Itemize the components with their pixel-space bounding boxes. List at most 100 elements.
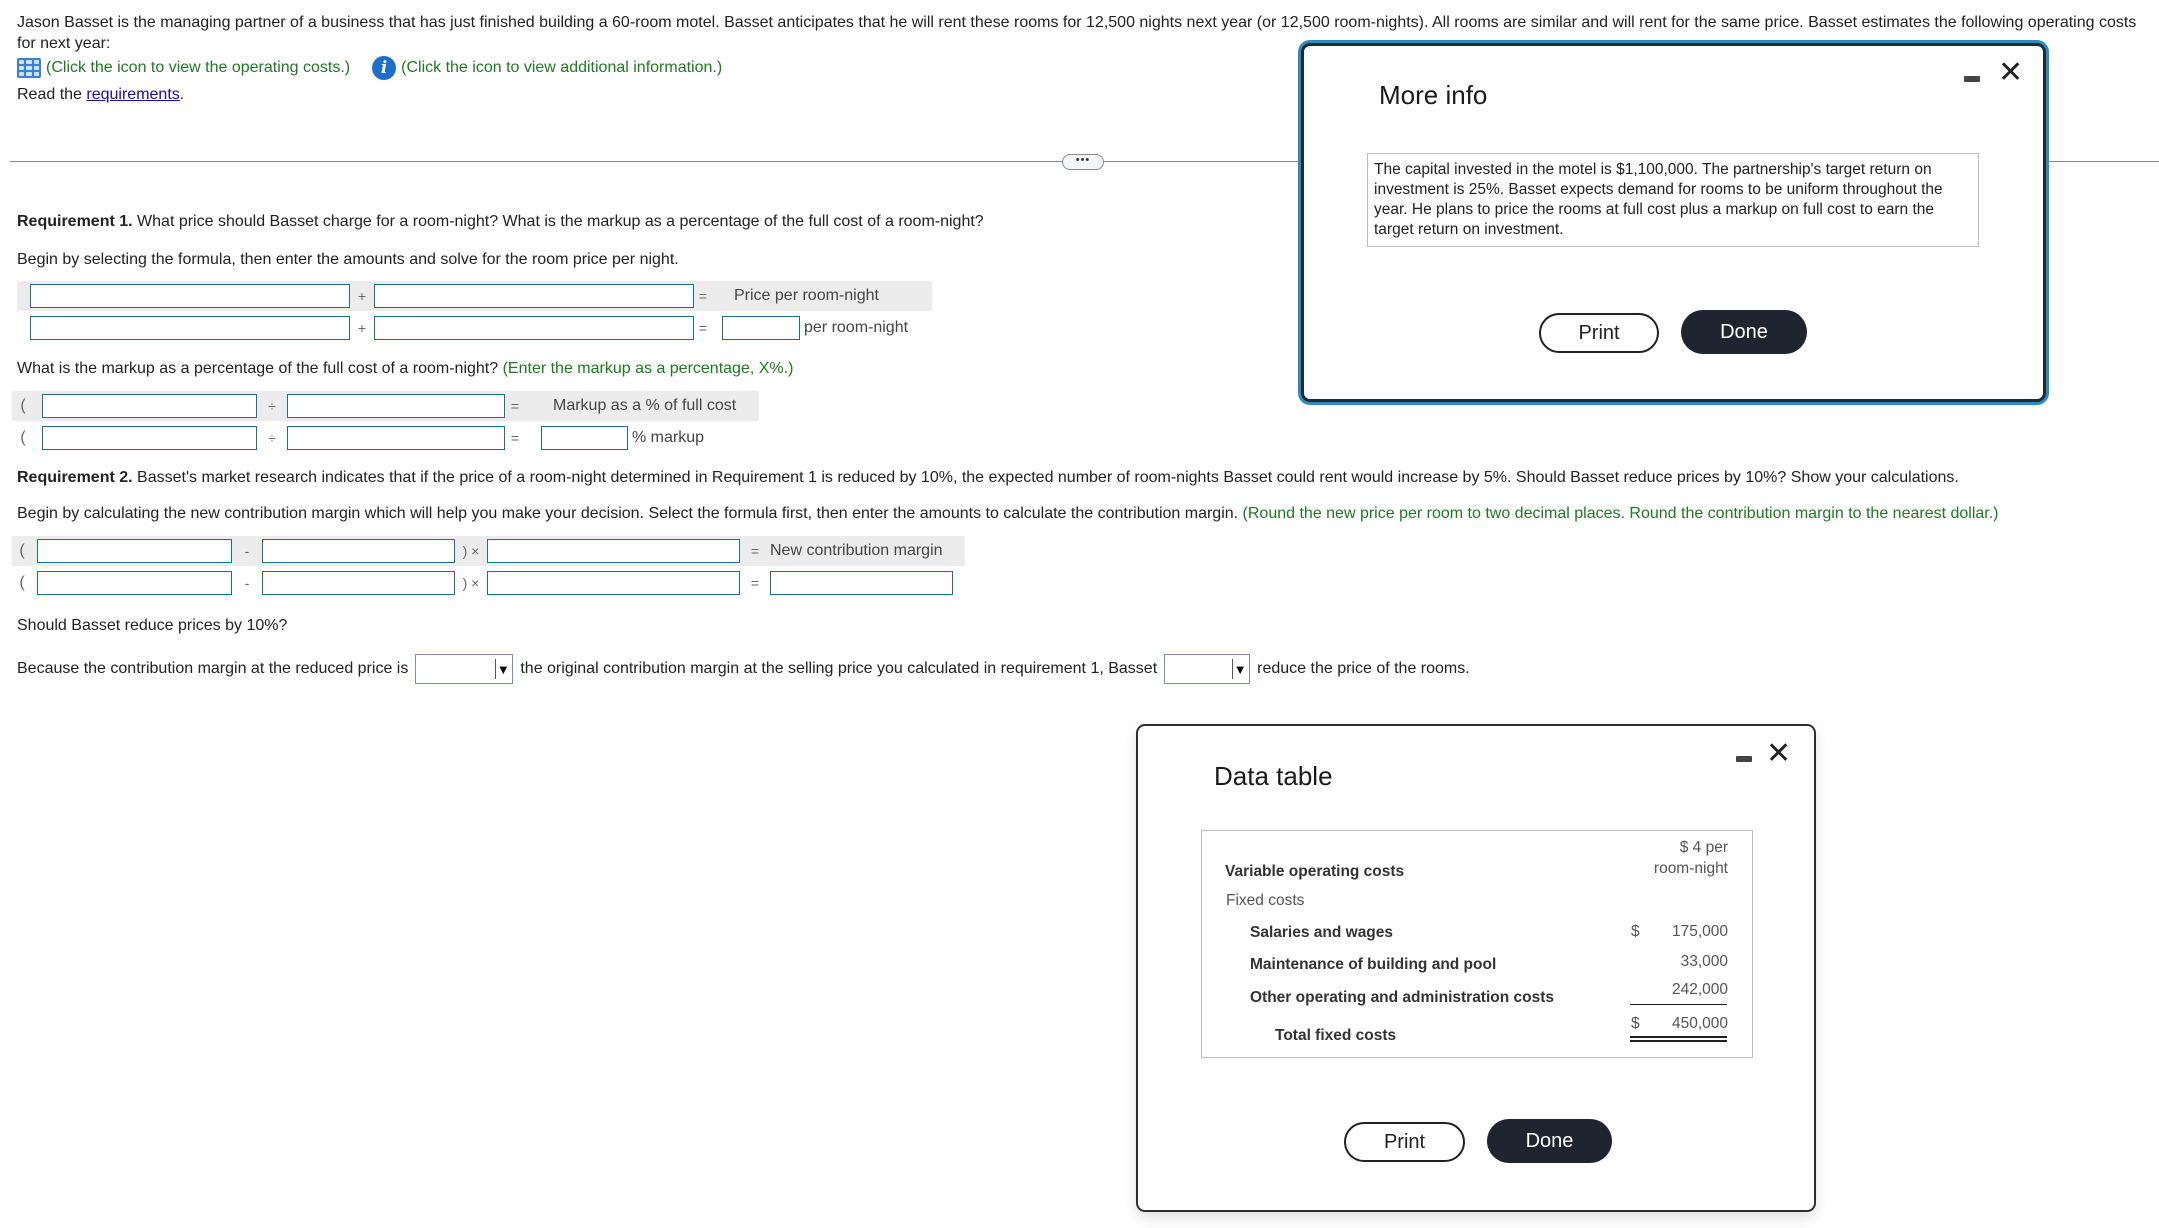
divide-sign: ÷ (268, 398, 276, 414)
equals-sign: = (510, 430, 520, 446)
other-costs-value: 242,000 (1671, 981, 1728, 998)
markup-question-text: What is the markup as a percentage of th… (17, 360, 499, 377)
close-paren-times: ) × (462, 543, 480, 559)
data-table-modal: Data table ✕ Variable operating costs $ … (1136, 724, 1816, 1212)
maintenance-value: 33,000 (1680, 953, 1728, 970)
additional-info-link[interactable]: (Click the icon to view additional infor… (401, 59, 722, 77)
per-room-night-unit: per room-night (804, 319, 909, 336)
requirements-link[interactable]: requirements (86, 86, 179, 103)
salaries-currency: $ (1631, 923, 1640, 940)
plus-sign: + (357, 288, 367, 304)
markup-hint: (Enter the markup as a percentage, X%.) (502, 360, 794, 377)
markup-amount-input-1[interactable] (42, 426, 257, 450)
total-fixed-value: 450,000 (1671, 1015, 1728, 1032)
contribution-formula-header-row: ( - ) × = New contribution margin (12, 536, 965, 566)
requirement-2-label: Requirement 2. (17, 469, 133, 486)
minus-sign: - (244, 575, 250, 591)
markup-percent-label: Markup as a % of full cost (553, 397, 737, 414)
formula-select-2[interactable] (374, 284, 694, 308)
print-button[interactable]: Print (1539, 313, 1659, 353)
minimize-icon[interactable] (1964, 76, 1980, 82)
open-paren: ( (19, 574, 25, 591)
conclusion-part-2: the original contribution margin at the … (520, 660, 1158, 677)
minimize-icon[interactable] (1736, 756, 1752, 762)
close-icon[interactable]: ✕ (1766, 739, 1791, 769)
equals-sign: = (510, 398, 520, 414)
operating-costs-link[interactable]: (Click the icon to view the operating co… (46, 59, 350, 77)
salaries-value: 175,000 (1671, 923, 1728, 940)
cm-select-3[interactable] (487, 539, 740, 563)
requirement-1-label: Requirement 1. (17, 213, 133, 230)
conclusion-part-1: Because the contribution margin at the r… (17, 660, 409, 677)
requirement-1-instruction: Begin by selecting the formula, then ent… (17, 251, 679, 268)
requirement-2-instruction: Begin by calculating the new contributio… (17, 505, 1999, 523)
open-paren: ( (19, 542, 25, 559)
close-paren-times: ) × (462, 575, 480, 591)
requirement-2-text: Basset's market research indicates that … (132, 469, 1959, 486)
rounding-hint: (Round the new price per room to two dec… (1242, 505, 1999, 522)
total-double-rule-top (1630, 1036, 1727, 1038)
price-per-room-night-label: Price per room-night (734, 287, 879, 304)
new-contribution-margin-label: New contribution margin (770, 542, 943, 559)
cm-amount-input-3[interactable] (487, 571, 740, 595)
contribution-formula-amount-row: ( - ) × = (12, 568, 953, 598)
decision-dropdown[interactable]: ▼ (1164, 654, 1251, 684)
new-contribution-margin-input[interactable] (770, 571, 953, 595)
minus-sign: - (244, 543, 250, 559)
markup-percent-input[interactable] (541, 426, 628, 450)
total-currency: $ (1631, 1015, 1640, 1032)
fixed-costs-label: Fixed costs (1226, 892, 1305, 909)
modal-title: More info (1379, 80, 1488, 110)
variable-costs-value-2: room-night (1653, 860, 1728, 877)
markup-question: What is the markup as a percentage of th… (17, 360, 793, 378)
markup-formula-amount-row: ( ÷ = % markup (12, 423, 704, 453)
conclusion-part-3: reduce the price of the rooms. (1257, 660, 1470, 677)
open-paren: ( (20, 397, 26, 414)
read-the-text: Read the (17, 86, 87, 103)
cm-select-1[interactable] (37, 539, 232, 563)
equals-sign: = (750, 543, 760, 559)
done-button[interactable]: Done (1487, 1119, 1612, 1163)
requirement-2-instruction-text: Begin by calculating the new contributio… (17, 505, 1239, 522)
requirement-1-heading: Requirement 1. What price should Basset … (17, 213, 984, 231)
info-icon[interactable]: i (372, 56, 397, 80)
operating-costs-table: Variable operating costs $ 4 per room-ni… (1201, 830, 1753, 1058)
print-button[interactable]: Print (1344, 1122, 1465, 1162)
more-info-modal: More info ✕ The capital invested in the … (1301, 43, 2046, 402)
markup-select-2[interactable] (287, 394, 505, 418)
markup-select-1[interactable] (42, 394, 257, 418)
cm-amount-input-2[interactable] (262, 571, 455, 595)
other-costs-label: Other operating and administration costs (1250, 989, 1555, 1006)
data-table-icon[interactable] (17, 58, 41, 78)
read-requirements: Read the requirements. (17, 86, 184, 104)
amount-input-2[interactable] (374, 316, 694, 340)
price-per-room-night-input[interactable] (722, 316, 800, 340)
reduce-price-question: Should Basset reduce prices by 10%? (17, 617, 288, 634)
formula-select-1[interactable] (30, 284, 350, 308)
divide-sign: ÷ (268, 430, 276, 446)
price-formula-amount-row: + = per room-night (17, 313, 908, 343)
markup-formula-header-row: ( ÷ = Markup as a % of full cost (12, 391, 759, 421)
dropdown-arrow-icon: ▼ (1232, 659, 1247, 679)
amount-input-1[interactable] (30, 316, 350, 340)
icon-links-row: (Click the icon to view the operating co… (17, 56, 722, 80)
done-button[interactable]: Done (1681, 310, 1807, 354)
percent-markup-unit: % markup (632, 429, 705, 446)
requirement-2-heading: Requirement 2. Basset's market research … (17, 469, 1959, 487)
total-fixed-label: Total fixed costs (1275, 1027, 1397, 1044)
expand-button[interactable]: ••• (1062, 154, 1104, 170)
conclusion-sentence: Because the contribution margin at the r… (17, 654, 1470, 684)
markup-amount-input-2[interactable] (287, 426, 505, 450)
plus-sign: + (357, 320, 367, 336)
cm-amount-input-1[interactable] (37, 571, 232, 595)
modal-title: Data table (1214, 761, 1333, 791)
intro-line-1: Jason Basset is the managing partner of … (17, 14, 2137, 31)
more-info-text: The capital invested in the motel is $1,… (1367, 153, 1979, 247)
open-paren: ( (20, 429, 26, 446)
cm-select-2[interactable] (262, 539, 455, 563)
subtotal-rule (1630, 1004, 1727, 1005)
close-icon[interactable]: ✕ (1998, 58, 2023, 88)
comparison-dropdown[interactable]: ▼ (415, 654, 514, 684)
variable-costs-value-1: $ 4 per (1679, 839, 1728, 856)
salaries-label: Salaries and wages (1250, 924, 1394, 941)
